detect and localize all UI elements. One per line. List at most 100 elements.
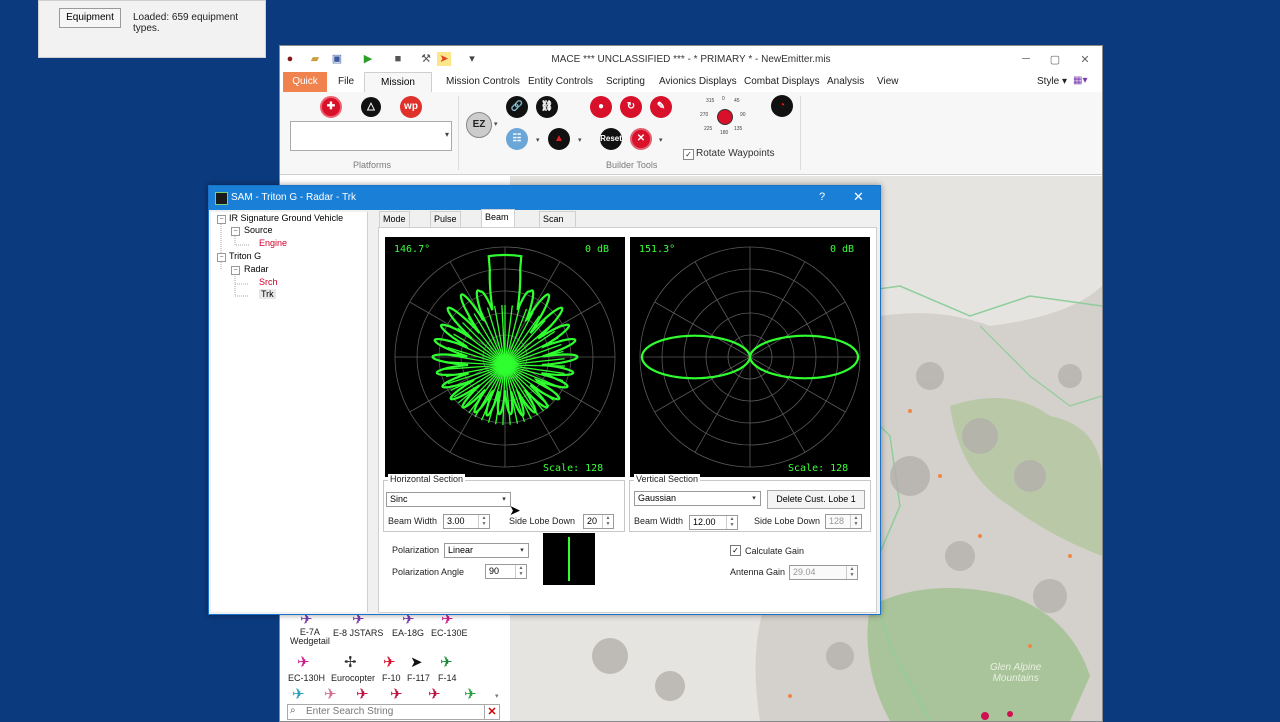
tree-item-srch[interactable]: Srch <box>259 277 278 287</box>
spin-arrows-icon[interactable]: ▲ ▼ <box>515 565 526 578</box>
tree-collapse-icon[interactable]: − <box>231 227 240 236</box>
aircraft-label: F-14 <box>438 673 457 683</box>
search-input[interactable]: Enter Search String <box>287 704 495 720</box>
tree-collapse-icon[interactable]: − <box>217 253 226 262</box>
tab-analysis[interactable]: Analysis <box>827 76 864 87</box>
calculate-gain-checkbox[interactable]: ✓ <box>730 545 741 556</box>
eraser-icon[interactable]: ✎ <box>650 96 672 118</box>
vertical-beam-width-input[interactable]: 12.00 ▲ ▼ <box>689 515 738 530</box>
tree-item-ir-signature[interactable]: IR Signature Ground Vehicle <box>229 213 343 223</box>
refresh-icon[interactable]: ↻ <box>620 96 642 118</box>
style-menu[interactable]: Style ▾ <box>1037 76 1067 87</box>
vertical-side-lobe-input[interactable]: 128 ▲ ▼ <box>825 514 862 529</box>
tab-file[interactable]: File <box>338 76 354 87</box>
unlink-icon[interactable]: ⛓ <box>536 96 558 118</box>
network-icon[interactable]: ☷ <box>506 128 528 150</box>
link-icon[interactable]: 🔗 <box>506 96 528 118</box>
platform-select[interactable]: ▾ <box>290 121 452 151</box>
compass-label: 90 <box>740 112 746 118</box>
tab-scan-pattern[interactable]: Scan Pattern <box>539 211 577 239</box>
tree-collapse-icon[interactable]: − <box>217 215 226 224</box>
dialog-app-icon <box>215 192 228 205</box>
radar-sweep-icon[interactable]: ◔ <box>771 95 793 117</box>
spin-arrows-icon[interactable]: ▲ ▼ <box>726 516 737 529</box>
ez-icon[interactable]: EZ <box>466 112 492 138</box>
minimize-button[interactable]: ─ <box>1016 53 1036 65</box>
horizontal-beam-width-label: Beam Width <box>388 516 438 526</box>
tree-item-radar[interactable]: Radar <box>244 264 269 274</box>
horizontal-type-select[interactable]: Sinc ▾ <box>386 492 511 507</box>
tab-quick[interactable]: Quick <box>283 72 327 92</box>
add-platform-icon[interactable]: ✚ <box>320 96 342 118</box>
tree-collapse-icon[interactable]: − <box>231 266 240 275</box>
polarization-angle-input[interactable]: 90 ▲ ▼ <box>485 564 527 579</box>
maximize-button[interactable]: ▢ <box>1045 53 1065 66</box>
window-title: MACE *** UNCLASSIFIED *** - * PRIMARY * … <box>551 54 831 65</box>
aircraft-icon[interactable]: ✈ <box>464 687 477 703</box>
spin-arrows-icon[interactable]: ▲ ▼ <box>478 515 489 528</box>
aircraft-eurocopter-icon[interactable]: ✢ <box>344 655 357 671</box>
tree-item-trk[interactable]: Trk <box>259 289 276 299</box>
tab-combat-displays[interactable]: Combat Displays <box>744 76 820 87</box>
vertical-db-readout: 0 dB <box>830 244 855 255</box>
aircraft-icon[interactable]: ✈ <box>428 687 441 703</box>
spin-arrows-icon[interactable]: ▲ ▼ <box>850 515 861 528</box>
polar-grid-spoke <box>694 261 751 358</box>
tree-item-source[interactable]: Source <box>244 225 273 235</box>
horizontal-beam-width-input[interactable]: 3.00 ▲ ▼ <box>443 514 490 529</box>
tab-mode-data[interactable]: Mode Data <box>379 211 410 239</box>
horizontal-side-lobe-input[interactable]: 20 ▲ ▼ <box>583 514 614 529</box>
delete-dropdown-icon[interactable]: ▾ <box>659 136 663 144</box>
compass-label: 180 <box>720 130 729 136</box>
tab-mission-controls[interactable]: Mission Controls <box>446 76 520 87</box>
aircraft-ec130h-icon[interactable]: ✈ <box>297 655 310 671</box>
antenna-gain-input[interactable]: 29.04 ▲ ▼ <box>789 565 858 580</box>
tree-item-engine[interactable]: Engine <box>259 238 287 248</box>
tab-pulse-data[interactable]: Pulse Data <box>430 211 461 239</box>
clear-search-button[interactable]: ✕ <box>484 704 500 720</box>
close-button[interactable]: ✕ <box>1075 53 1095 66</box>
spin-arrows-icon[interactable]: ▲ ▼ <box>602 515 613 528</box>
platforms-group-label: Platforms <box>353 160 392 170</box>
aircraft-icon[interactable]: ✈ <box>390 687 403 703</box>
palette-scroll-down-icon[interactable]: ▾ <box>495 692 499 700</box>
tab-view[interactable]: View <box>877 76 899 87</box>
dialog-close-button[interactable]: ✕ <box>853 189 864 205</box>
spin-arrows-icon[interactable]: ▲ ▼ <box>846 566 857 579</box>
aircraft-f10-icon[interactable]: ✈ <box>383 655 396 671</box>
emitter-dropdown-icon[interactable]: ▾ <box>578 136 582 144</box>
tab-avionics-displays[interactable]: Avionics Displays <box>659 76 737 87</box>
aircraft-label: F-117 <box>407 673 430 683</box>
polarization-value: Linear <box>448 545 474 555</box>
triangle-platform-icon[interactable]: △ <box>361 97 381 117</box>
search-icon: ⌕ <box>290 705 296 716</box>
tab-mission-builder[interactable]: Mission Builder <box>364 72 432 108</box>
vertical-scale-readout: Scale: 128 <box>788 463 849 474</box>
emitter-icon[interactable]: ▲ <box>548 128 570 150</box>
ribbon-menu-bar: Quick File Mission Builder Mission Contr… <box>280 72 1102 108</box>
vertical-type-select[interactable]: Gaussian ▾ <box>634 491 761 506</box>
tab-entity-controls[interactable]: Entity Controls <box>528 76 593 87</box>
aircraft-f117-icon[interactable]: ➤ <box>410 655 423 671</box>
tree-item-triton-g[interactable]: Triton G <box>229 251 261 261</box>
layout-grid-icon[interactable]: ▦▾ <box>1073 75 1087 86</box>
waypoint-icon[interactable]: wp <box>400 96 422 118</box>
record-icon[interactable]: ● <box>590 96 612 118</box>
equipment-button[interactable]: Equipment <box>59 8 121 28</box>
tab-beam-shape[interactable]: Beam Shape <box>481 209 516 237</box>
reset-icon[interactable]: Reset <box>600 128 622 150</box>
rotation-compass[interactable]: 315 0 45 270 90 225 180 135 <box>700 96 752 140</box>
rotate-waypoints-checkbox[interactable]: ✓ <box>683 149 694 160</box>
tab-scripting[interactable]: Scripting <box>606 76 645 87</box>
aircraft-f14-icon[interactable]: ✈ <box>440 655 453 671</box>
delete-icon[interactable]: ✕ <box>630 128 652 150</box>
delete-custom-lobe-button[interactable]: Delete Cust. Lobe 1 <box>767 490 865 509</box>
network-dropdown-icon[interactable]: ▾ <box>536 136 540 144</box>
help-button[interactable]: ? <box>819 191 825 203</box>
horizontal-section-title: Horizontal Section <box>388 474 466 484</box>
aircraft-icon[interactable]: ✈ <box>324 687 337 703</box>
aircraft-icon[interactable]: ✈ <box>356 687 369 703</box>
aircraft-icon[interactable]: ✈ <box>292 687 305 703</box>
polarization-select[interactable]: Linear ▾ <box>444 543 529 558</box>
ez-dropdown-icon[interactable]: ▾ <box>494 120 498 128</box>
